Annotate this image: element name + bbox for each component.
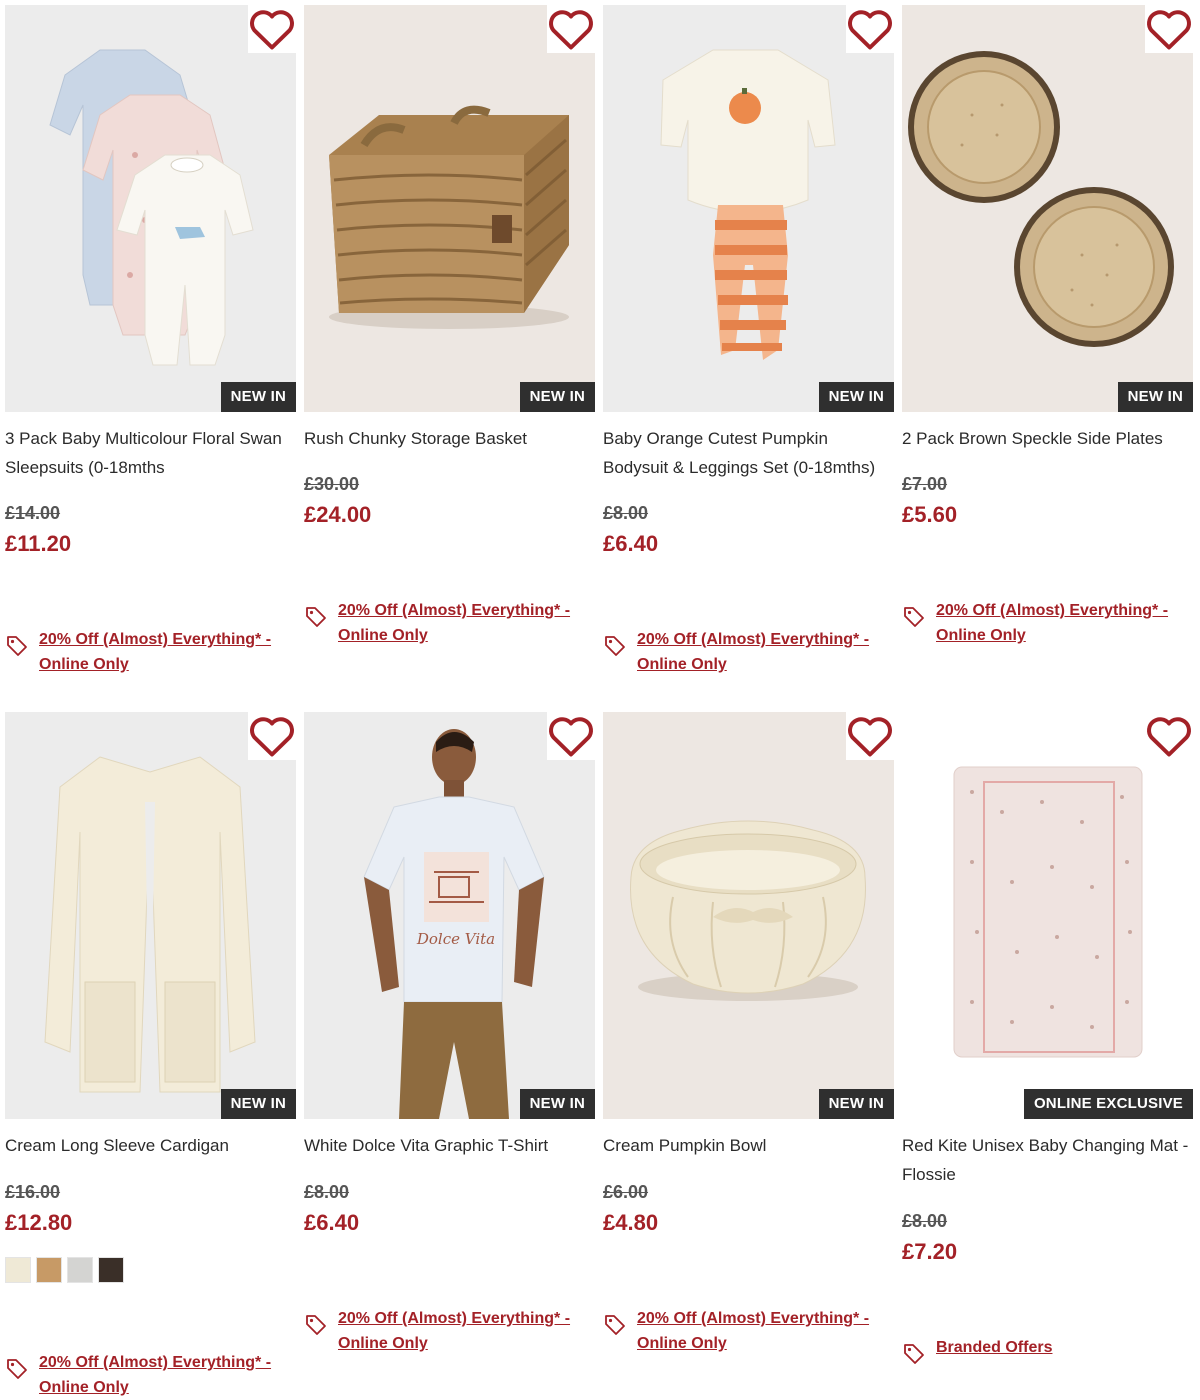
- product-title[interactable]: Baby Orange Cutest Pumpkin Bodysuit & Le…: [603, 424, 895, 482]
- new-in-badge: NEW IN: [519, 1089, 595, 1119]
- new-in-badge: NEW IN: [1117, 382, 1193, 412]
- product-image-side-plates[interactable]: NEW IN: [902, 5, 1193, 412]
- wishlist-button[interactable]: [248, 712, 296, 760]
- heart-outline-icon: [1147, 716, 1191, 756]
- price-tag-icon: [304, 1306, 338, 1341]
- promo-link[interactable]: 20% Off (Almost) Everything* - Online On…: [304, 1306, 595, 1356]
- sale-price: £11.20: [5, 531, 72, 556]
- promo-text[interactable]: 20% Off (Almost) Everything* - Online On…: [637, 627, 894, 677]
- product-card[interactable]: ONLINE EXCLUSIVE Red Kite Unisex Baby Ch…: [902, 712, 1193, 1400]
- tshirt-print-text: Dolce Vita: [416, 930, 495, 948]
- was-price: £8.00: [902, 1211, 948, 1231]
- was-price: £16.00: [5, 1182, 61, 1202]
- price-tag-icon: [5, 627, 39, 662]
- colour-swatch-cream[interactable]: [5, 1257, 31, 1283]
- heart-outline-icon: [549, 716, 593, 756]
- heart-outline-icon: [250, 716, 294, 756]
- wishlist-button[interactable]: [1145, 712, 1193, 760]
- product-title[interactable]: 2 Pack Brown Speckle Side Plates: [902, 424, 1194, 453]
- product-image-pumpkin-bowl[interactable]: NEW IN: [603, 712, 894, 1119]
- product-card[interactable]: NEW IN 3 Pack Baby Multicolour Floral Sw…: [5, 5, 296, 695]
- sale-price: £12.80: [5, 1210, 73, 1235]
- product-card[interactable]: NEW IN 2 Pack Brown Speckle Side Plates …: [902, 5, 1193, 695]
- product-title[interactable]: White Dolce Vita Graphic T-Shirt: [304, 1131, 596, 1160]
- wishlist-button[interactable]: [547, 5, 595, 53]
- product-image-tshirt[interactable]: Dolce Vita NEW IN: [304, 712, 595, 1119]
- price-tag-icon: [603, 627, 637, 662]
- product-image-changing-mat[interactable]: ONLINE EXCLUSIVE: [902, 712, 1193, 1119]
- sale-price: £5.60: [902, 502, 958, 527]
- price-tag-icon: [603, 1306, 637, 1341]
- product-card[interactable]: NEW IN Cream Pumpkin Bowl £6.00 £4.80 20…: [603, 712, 894, 1400]
- product-title[interactable]: Red Kite Unisex Baby Changing Mat - Flos…: [902, 1131, 1194, 1189]
- product-image-cardigan[interactable]: NEW IN: [5, 712, 296, 1119]
- product-card[interactable]: NEW IN Rush Chunky Storage Basket £30.00…: [304, 5, 595, 695]
- was-price: £8.00: [304, 1182, 350, 1202]
- colour-swatches: [5, 1257, 124, 1283]
- promo-text[interactable]: Branded Offers: [936, 1335, 1052, 1360]
- product-image-sleepsuits[interactable]: NEW IN: [5, 5, 296, 412]
- was-price: £8.00: [603, 503, 649, 523]
- sale-price: £24.00: [304, 502, 372, 527]
- promo-link[interactable]: 20% Off (Almost) Everything* - Online On…: [5, 627, 296, 677]
- was-price: £6.00: [603, 1182, 649, 1202]
- product-image-basket[interactable]: NEW IN: [304, 5, 595, 412]
- wishlist-button[interactable]: [846, 712, 894, 760]
- wishlist-button[interactable]: [846, 5, 894, 53]
- promo-text[interactable]: 20% Off (Almost) Everything* - Online On…: [338, 1306, 595, 1356]
- was-price: £30.00: [304, 474, 360, 494]
- promo-text[interactable]: 20% Off (Almost) Everything* - Online On…: [637, 1306, 894, 1356]
- price-tag-icon: [304, 598, 338, 633]
- promo-text[interactable]: 20% Off (Almost) Everything* - Online On…: [39, 1350, 296, 1400]
- sale-price: £4.80: [603, 1210, 659, 1235]
- product-card[interactable]: NEW IN Baby Orange Cutest Pumpkin Bodysu…: [603, 5, 894, 695]
- product-title[interactable]: Cream Long Sleeve Cardigan: [5, 1131, 297, 1160]
- product-title[interactable]: 3 Pack Baby Multicolour Floral Swan Slee…: [5, 424, 297, 482]
- product-title[interactable]: Rush Chunky Storage Basket: [304, 424, 596, 453]
- colour-swatch-grey[interactable]: [67, 1257, 93, 1283]
- promo-text[interactable]: 20% Off (Almost) Everything* - Online On…: [936, 598, 1193, 648]
- product-grid: NEW IN 3 Pack Baby Multicolour Floral Sw…: [0, 0, 1200, 1400]
- new-in-badge: NEW IN: [818, 1089, 894, 1119]
- product-card[interactable]: Dolce Vita NEW IN White Dolce Vita Graph…: [304, 712, 595, 1400]
- promo-link[interactable]: 20% Off (Almost) Everything* - Online On…: [304, 598, 595, 648]
- heart-outline-icon: [1147, 9, 1191, 49]
- colour-swatch-camel[interactable]: [36, 1257, 62, 1283]
- product-image-pumpkin-bodysuit[interactable]: NEW IN: [603, 5, 894, 412]
- heart-outline-icon: [848, 9, 892, 49]
- new-in-badge: NEW IN: [519, 382, 595, 412]
- product-title[interactable]: Cream Pumpkin Bowl: [603, 1131, 895, 1160]
- sale-price: £6.40: [603, 531, 659, 556]
- product-card[interactable]: NEW IN Cream Long Sleeve Cardigan £16.00…: [5, 712, 296, 1400]
- wishlist-button[interactable]: [1145, 5, 1193, 53]
- heart-outline-icon: [549, 9, 593, 49]
- was-price: £14.00: [5, 503, 61, 523]
- wishlist-button[interactable]: [248, 5, 296, 53]
- promo-text[interactable]: 20% Off (Almost) Everything* - Online On…: [338, 598, 595, 648]
- new-in-badge: NEW IN: [220, 1089, 296, 1119]
- heart-outline-icon: [250, 9, 294, 49]
- wishlist-button[interactable]: [547, 712, 595, 760]
- online-exclusive-badge: ONLINE EXCLUSIVE: [1023, 1089, 1193, 1119]
- promo-link[interactable]: 20% Off (Almost) Everything* - Online On…: [603, 627, 894, 677]
- new-in-badge: NEW IN: [220, 382, 296, 412]
- promo-text[interactable]: 20% Off (Almost) Everything* - Online On…: [39, 627, 296, 677]
- price-tag-icon: [902, 1335, 936, 1370]
- promo-link[interactable]: Branded Offers: [902, 1335, 1193, 1370]
- sale-price: £7.20: [902, 1239, 958, 1264]
- promo-link[interactable]: 20% Off (Almost) Everything* - Online On…: [902, 598, 1193, 648]
- price-tag-icon: [5, 1350, 39, 1385]
- promo-link[interactable]: 20% Off (Almost) Everything* - Online On…: [5, 1350, 296, 1400]
- promo-link[interactable]: 20% Off (Almost) Everything* - Online On…: [603, 1306, 894, 1356]
- price-tag-icon: [902, 598, 936, 633]
- heart-outline-icon: [848, 716, 892, 756]
- sale-price: £6.40: [304, 1210, 360, 1235]
- new-in-badge: NEW IN: [818, 382, 894, 412]
- colour-swatch-brown[interactable]: [98, 1257, 124, 1283]
- was-price: £7.00: [902, 474, 948, 494]
